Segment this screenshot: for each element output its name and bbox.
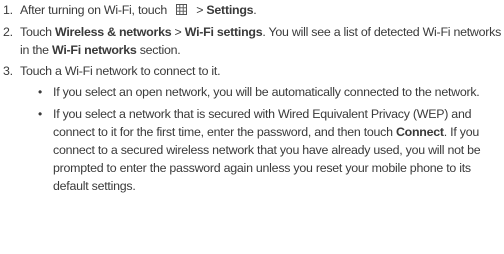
menu-label-wifi-settings: Wi-Fi settings [184, 25, 263, 39]
step-3: 3. Touch a Wi-Fi network to connect to i… [0, 62, 504, 80]
bullet-text: If you select an open network, you will … [53, 85, 480, 99]
bullet-marker: • [38, 85, 42, 99]
step-text: Touch [20, 25, 56, 39]
bullet-marker: • [38, 107, 42, 121]
step-text: After turning on Wi-Fi, touch [20, 3, 168, 17]
step-number: 3. [3, 64, 13, 78]
step-1: 1. After turning on Wi-Fi, touch > Setti… [0, 1, 504, 20]
button-label-connect: Connect [395, 125, 444, 139]
bullet-list: • If you select an open network, you wil… [0, 83, 504, 195]
step-text: Touch a Wi-Fi network to connect to it. [20, 64, 221, 78]
step-text: > [196, 3, 207, 17]
step-text: section. [136, 43, 181, 57]
step-text: . [253, 3, 257, 17]
bullet-item-open-network: • If you select an open network, you wil… [0, 83, 504, 101]
menu-label-settings: Settings [206, 3, 254, 17]
step-number: 1. [3, 3, 13, 17]
step-text: > [171, 25, 185, 39]
grid-menu-icon [176, 2, 188, 20]
menu-label-wireless-networks: Wireless & networks [55, 25, 172, 39]
bullet-item-secured-network: • If you select a network that is secure… [0, 105, 504, 195]
step-number: 2. [3, 25, 13, 39]
document-body: 1. After turning on Wi-Fi, touch > Setti… [0, 1, 504, 199]
section-label-wifi-networks: Wi-Fi networks [52, 43, 137, 57]
step-2: 2. Touch Wireless & networks > Wi-Fi set… [0, 23, 504, 59]
